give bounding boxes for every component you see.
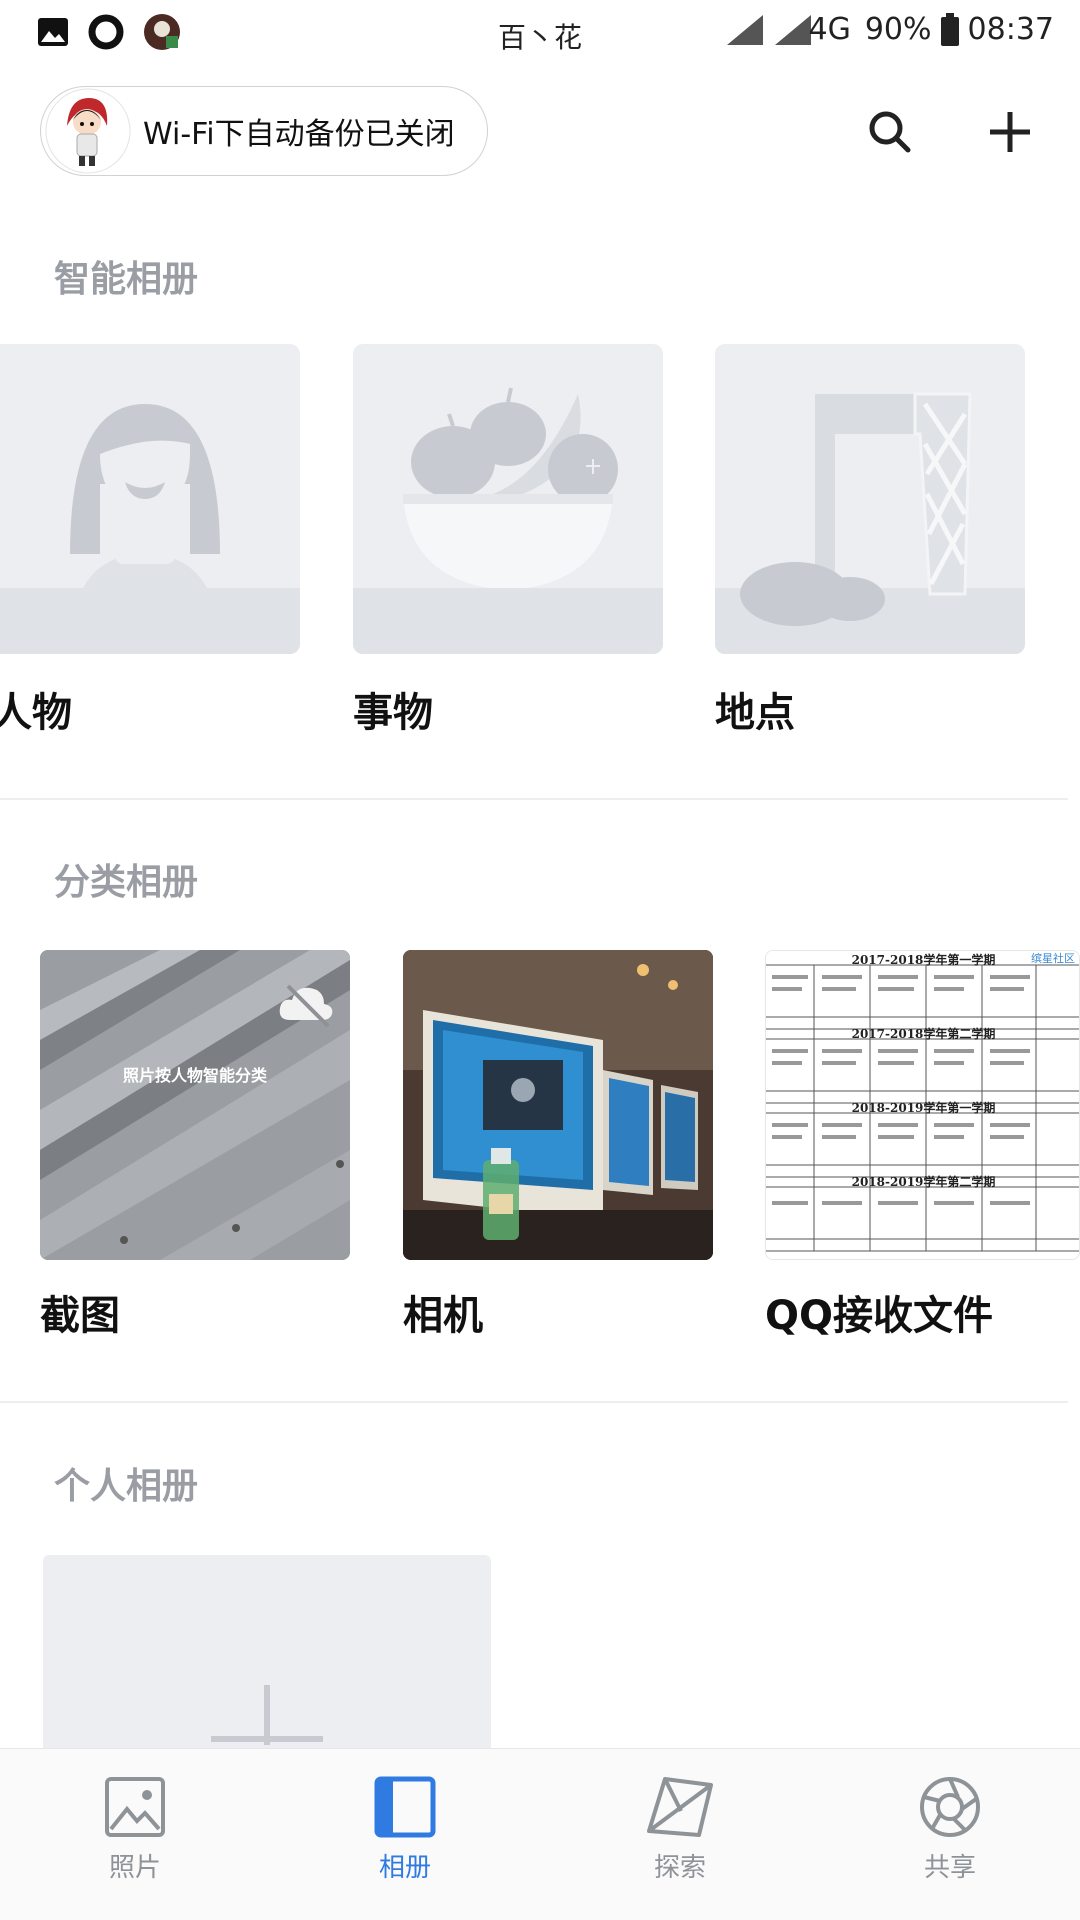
section-divider [0, 1401, 1068, 1403]
nav-albums[interactable]: 相册 [335, 1775, 475, 1895]
network-type: 4G [808, 12, 851, 47]
screenshots-album-card[interactable]: 照片按人物智能分类 [40, 950, 350, 1260]
camera-thumbnail [403, 950, 713, 1260]
people-album-card[interactable] [0, 344, 300, 654]
qq-files-album-card[interactable]: 缤星社区 2017-2018学年第一学期 2017-2018学年第二学期 201… [765, 950, 1080, 1260]
explore-icon [647, 1777, 713, 1837]
nav-explore-label: 探索 [653, 1853, 706, 1883]
status-indicators: 4G 90% 08:37 [725, 12, 1054, 47]
add-icon[interactable] [982, 104, 1038, 160]
qq-files-album-label[interactable]: QQ接收文件 [765, 1283, 993, 1341]
search-icon[interactable] [862, 104, 918, 160]
qq-thumb-header-3: 2018-2019学年第一学期 [851, 1101, 996, 1115]
landmark-placeholder-icon [740, 392, 972, 626]
backup-status-text: Wi-Fi下自动备份已关闭 [143, 117, 455, 152]
battery-percent: 90% [864, 12, 932, 47]
things-album-label[interactable]: 事物 [353, 680, 433, 738]
things-album-card[interactable] [353, 344, 663, 654]
clock: 08:37 [967, 12, 1054, 47]
screenshots-album-label[interactable]: 截图 [40, 1283, 120, 1341]
qq-thumb-header-4: 2018-2019学年第二学期 [851, 1175, 996, 1189]
photo-icon [105, 1777, 165, 1837]
album-icon [374, 1776, 436, 1838]
avatar[interactable] [45, 88, 131, 174]
screenshots-overlay-text: 照片按人物智能分类 [122, 1066, 267, 1085]
signal-icon [774, 14, 811, 45]
places-album-card[interactable] [715, 344, 1025, 654]
camera-album-card[interactable] [403, 950, 713, 1260]
add-album-icon [211, 1685, 323, 1745]
status-bar: 百丶花 4G 90% 08:37 [0, 0, 1080, 64]
cloud-off-icon [279, 984, 333, 1028]
fruit-bowl-placeholder-icon [403, 387, 618, 588]
category-albums-title: 分类相册 [54, 862, 199, 903]
backup-status-pill[interactable]: Wi-Fi下自动备份已关闭 [40, 86, 488, 176]
qq-thumb-header-2: 2017-2018学年第二学期 [851, 1027, 996, 1041]
personal-albums-title: 个人相册 [54, 1466, 199, 1507]
nav-albums-label: 相册 [378, 1853, 431, 1883]
signal-icon [726, 14, 763, 45]
nav-photos[interactable]: 照片 [65, 1775, 205, 1895]
nav-share-label: 共享 [923, 1853, 976, 1883]
battery-icon [940, 12, 959, 46]
share-aperture-icon [920, 1777, 980, 1837]
person-placeholder-icon [70, 404, 220, 654]
create-album-card[interactable] [43, 1555, 491, 1755]
camera-album-label[interactable]: 相机 [403, 1283, 483, 1341]
section-divider [0, 798, 1068, 800]
nav-explore[interactable]: 探索 [610, 1775, 750, 1895]
people-album-label[interactable]: 人物 [0, 680, 72, 738]
qq-thumb-header-1: 2017-2018学年第一学期 [851, 953, 996, 967]
nav-photos-label: 照片 [108, 1853, 161, 1883]
smart-albums-title: 智能相册 [54, 259, 199, 300]
nav-share[interactable]: 共享 [880, 1775, 1020, 1895]
places-album-label[interactable]: 地点 [715, 680, 795, 738]
